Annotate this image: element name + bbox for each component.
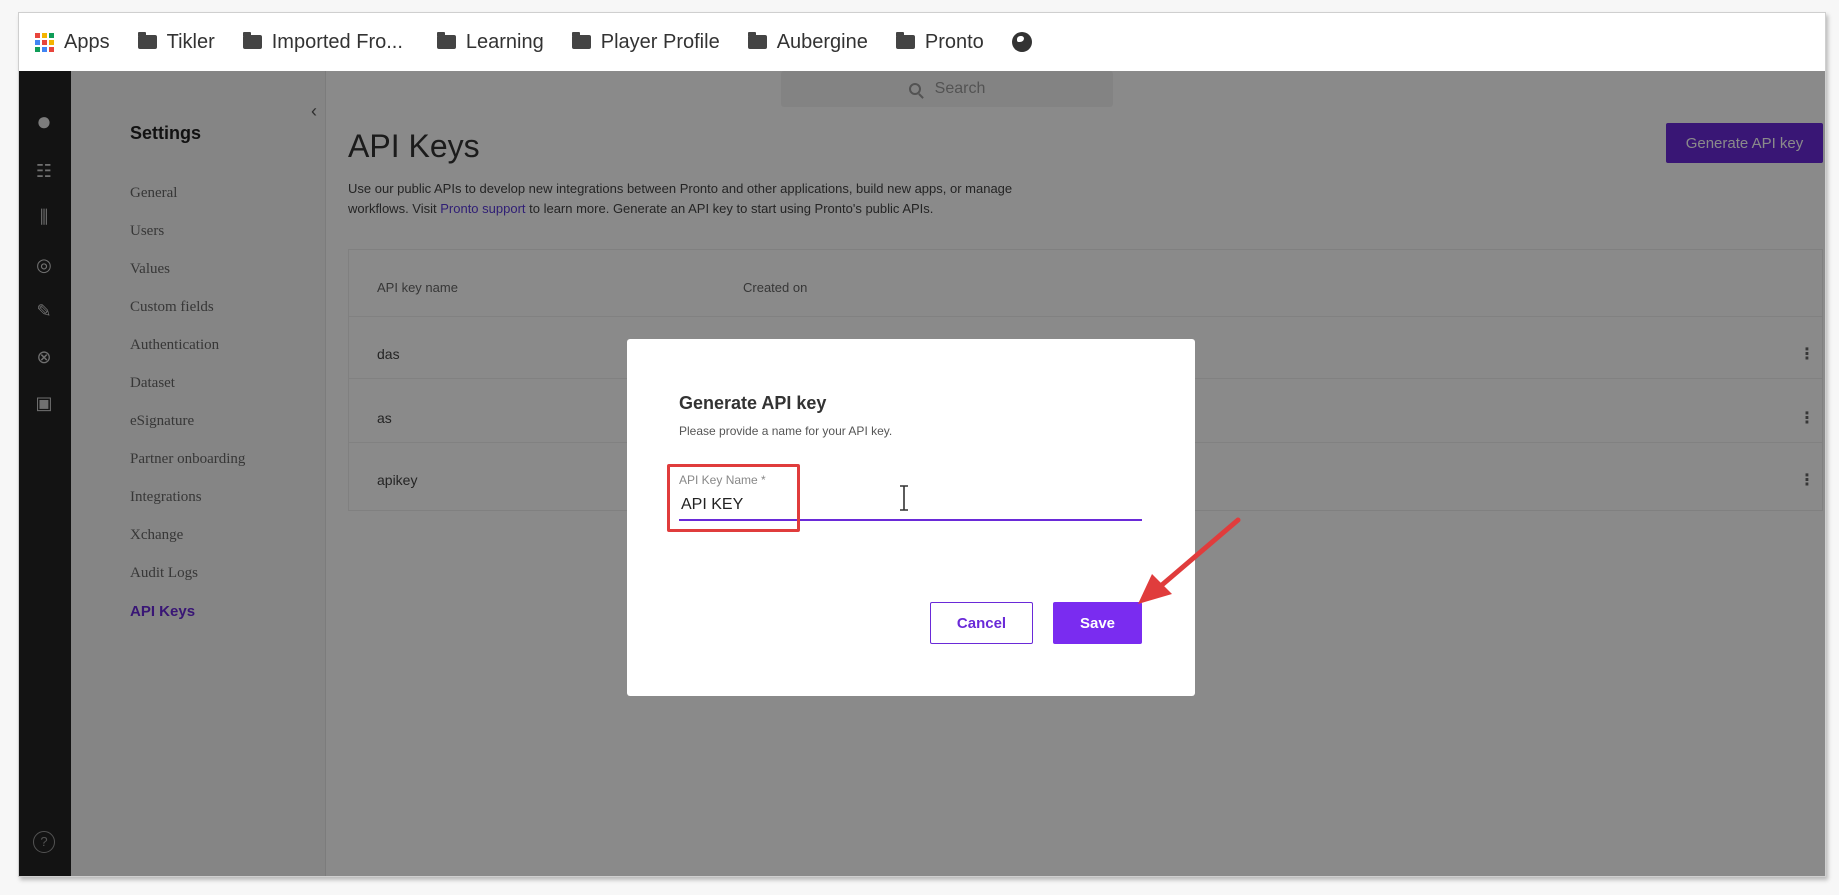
- bookmark-label: Aubergine: [776, 30, 868, 53]
- bookmark-label: Player Profile: [600, 30, 720, 53]
- bookmark-apps-label: Apps: [64, 30, 110, 53]
- generate-api-key-dialog: Generate API key Please provide a name f…: [627, 339, 1195, 696]
- bookmark-label: Pronto: [924, 30, 984, 53]
- bookmarks-bar: Apps Tikler Imported Fro... Learning Pla…: [19, 13, 1825, 71]
- bookmark-apps[interactable]: Apps: [35, 31, 110, 54]
- bookmark-tikler[interactable]: Tikler: [137, 30, 215, 54]
- bookmark-pronto[interactable]: Pronto: [895, 30, 984, 54]
- bookmark-label: Learning: [465, 30, 544, 53]
- api-key-name-input[interactable]: [679, 491, 1142, 521]
- bookmark-player-profile[interactable]: Player Profile: [571, 30, 720, 54]
- globe-icon: [1011, 32, 1032, 52]
- bookmark-label: Tikler: [166, 30, 215, 53]
- folder-icon: [137, 32, 157, 49]
- folder-icon: [895, 32, 915, 49]
- save-button[interactable]: Save: [1053, 602, 1142, 644]
- folder-icon: [571, 32, 591, 49]
- dialog-subtitle: Please provide a name for your API key.: [679, 424, 893, 438]
- bookmark-label: Imported Fro...: [271, 30, 403, 53]
- folder-icon: [242, 32, 262, 49]
- annotation-arrow-icon: [1138, 517, 1241, 604]
- folder-icon: [747, 32, 767, 49]
- api-key-name-label: API Key Name *: [679, 473, 766, 487]
- bookmark-globe[interactable]: [1011, 32, 1032, 52]
- screenshot-frame: Apps Tikler Imported Fro... Learning Pla…: [0, 0, 1839, 895]
- bookmark-aubergine[interactable]: Aubergine: [747, 30, 868, 54]
- text-cursor-icon: [900, 485, 908, 511]
- bookmark-imported[interactable]: Imported Fro...: [242, 30, 403, 54]
- folder-icon: [436, 32, 456, 49]
- cancel-button[interactable]: Cancel: [930, 602, 1033, 644]
- dialog-title: Generate API key: [679, 393, 827, 413]
- apps-grid-icon: [35, 32, 54, 52]
- bookmark-learning[interactable]: Learning: [436, 30, 544, 54]
